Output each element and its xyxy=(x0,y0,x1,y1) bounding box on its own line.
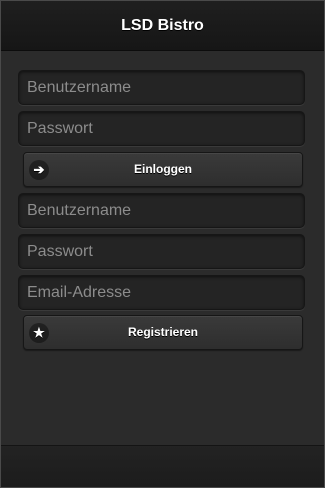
register-username-placeholder: Benutzername xyxy=(27,202,132,219)
main-content: Benutzername Passwort ➔ Einloggen Benutz… xyxy=(1,51,324,445)
login-button-label: Einloggen xyxy=(134,162,192,176)
register-button-label: Registrieren xyxy=(127,325,199,339)
login-password-placeholder: Passwort xyxy=(27,120,93,137)
star-icon: ★ xyxy=(29,323,49,343)
login-button[interactable]: ➔ Einloggen xyxy=(23,152,303,187)
login-password-field[interactable]: Passwort xyxy=(18,111,305,146)
arrow-right-icon: ➔ xyxy=(29,160,49,180)
register-email-placeholder: Email-Adresse xyxy=(27,284,132,301)
page-title: LSD Bistro xyxy=(121,17,204,34)
login-username-placeholder: Benutzername xyxy=(27,79,132,96)
page-header: LSD Bistro xyxy=(1,1,324,51)
page-footer xyxy=(1,445,324,487)
register-email-field[interactable]: Email-Adresse xyxy=(18,275,305,310)
app-window: LSD Bistro Benutzername Passwort ➔ Einlo… xyxy=(0,0,325,488)
register-username-field[interactable]: Benutzername xyxy=(18,193,305,228)
register-password-placeholder: Passwort xyxy=(27,243,93,260)
register-button[interactable]: ★ Registrieren xyxy=(23,315,303,350)
login-username-field[interactable]: Benutzername xyxy=(18,70,305,105)
register-password-field[interactable]: Passwort xyxy=(18,234,305,269)
